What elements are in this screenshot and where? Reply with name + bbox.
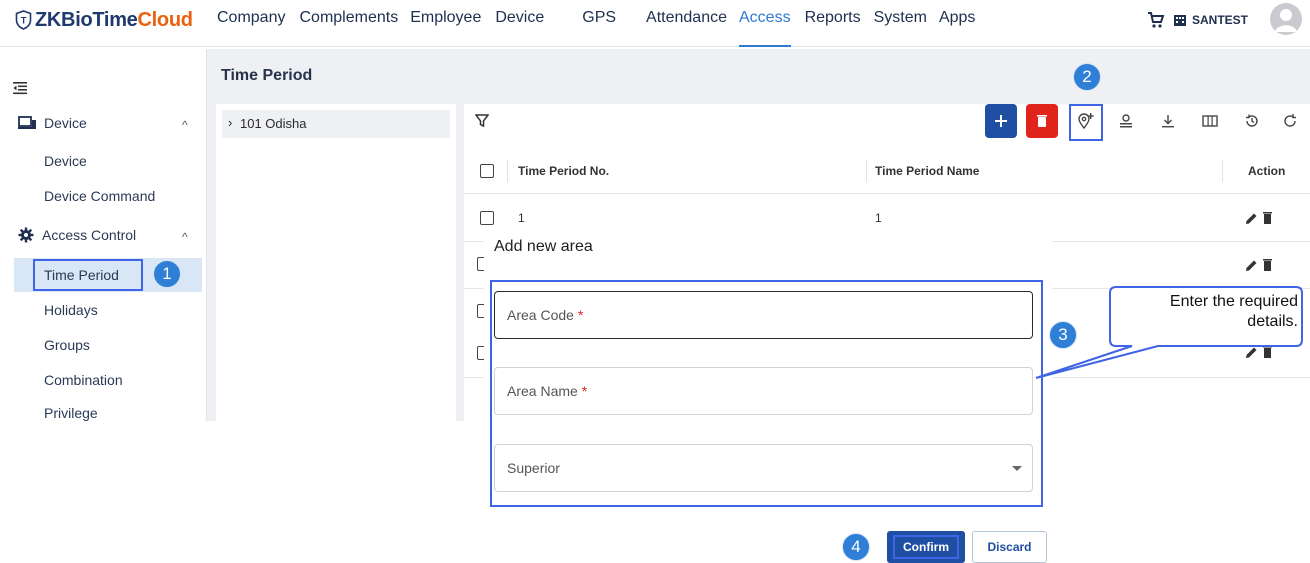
person-stamp-icon xyxy=(1120,114,1132,128)
sidebar-item-device[interactable]: Device xyxy=(44,153,87,169)
company-building-icon xyxy=(1174,15,1186,26)
sidebar: Device ^ Device Device Command Access Co… xyxy=(0,49,207,421)
sidebar-item-groups[interactable]: Groups xyxy=(44,337,90,353)
discard-button[interactable]: Discard xyxy=(972,531,1047,563)
user-avatar-icon xyxy=(1275,9,1297,32)
user-avatar[interactable] xyxy=(1270,3,1302,35)
nav-attendance[interactable]: Attendance xyxy=(646,0,727,47)
cart-icon[interactable] xyxy=(1147,11,1165,29)
nav-system[interactable]: System xyxy=(874,0,927,47)
nav-complements[interactable]: Complements xyxy=(299,0,398,47)
trash-icon[interactable] xyxy=(1263,259,1272,271)
tree-node[interactable]: › 101 Odisha xyxy=(222,110,450,138)
step-2-marker xyxy=(1069,104,1103,141)
app-logo[interactable]: T ZKBioTime Cloud xyxy=(15,8,193,32)
company-name[interactable]: SANTEST xyxy=(1192,13,1248,27)
sidebar-group-device[interactable]: Device xyxy=(18,115,87,131)
trash-icon[interactable] xyxy=(1263,212,1272,224)
header-time-period-name[interactable]: Time Period Name xyxy=(875,164,979,178)
chevron-up-icon[interactable]: ^ xyxy=(182,118,188,132)
download-icon xyxy=(1162,115,1174,128)
column-divider xyxy=(507,160,508,182)
step-4-marker: Confirm xyxy=(893,535,959,559)
nav-device[interactable]: Device xyxy=(495,0,544,47)
row-divider xyxy=(464,193,1310,194)
sidebar-item-device-command[interactable]: Device Command xyxy=(44,188,155,204)
nav-access[interactable]: Access xyxy=(739,0,791,47)
collapse-sidebar-icon[interactable] xyxy=(12,81,28,95)
gear-icon xyxy=(18,227,34,243)
columns-button[interactable] xyxy=(1194,104,1226,138)
shield-logo-icon: T xyxy=(15,10,32,30)
chevron-right-icon[interactable]: › xyxy=(228,115,232,130)
dialog-title: Add new area xyxy=(494,238,593,255)
plus-icon xyxy=(995,115,1007,127)
main-nav: Company Complements Employee Device GPS … xyxy=(217,0,989,47)
cell-time-period-name: 1 xyxy=(875,211,882,225)
cell-time-period-no: 1 xyxy=(518,211,525,225)
edit-pencil-icon[interactable] xyxy=(1246,260,1257,272)
trash-icon xyxy=(1037,115,1047,127)
edit-pencil-icon[interactable] xyxy=(1246,213,1257,225)
area-tree-panel xyxy=(216,104,456,421)
column-divider xyxy=(1222,160,1223,182)
delete-button[interactable] xyxy=(1026,104,1058,138)
step-badge-1: 1 xyxy=(153,260,181,288)
chevron-up-icon[interactable]: ^ xyxy=(182,230,188,244)
nav-apps[interactable]: Apps xyxy=(939,0,975,47)
select-all-checkbox[interactable] xyxy=(480,164,494,178)
history-icon xyxy=(1246,114,1258,127)
refresh-icon xyxy=(1284,114,1296,127)
row-actions xyxy=(1244,210,1274,226)
nav-reports[interactable]: Reports xyxy=(805,0,861,47)
sidebar-item-holidays[interactable]: Holidays xyxy=(44,302,98,318)
tree-node-label: 101 Odisha xyxy=(240,116,307,131)
sidebar-item-privilege[interactable]: Privilege xyxy=(44,405,98,421)
sidebar-group-device-label: Device xyxy=(44,115,87,131)
refresh-button[interactable] xyxy=(1276,104,1304,138)
header-action: Action xyxy=(1248,164,1286,178)
header-right-tools: SANTEST xyxy=(1147,8,1262,32)
nav-gps[interactable]: GPS xyxy=(582,0,616,47)
personnel-button[interactable] xyxy=(1110,104,1142,138)
add-button[interactable] xyxy=(985,104,1017,138)
columns-icon xyxy=(1202,115,1218,127)
device-monitor-icon xyxy=(18,116,36,129)
sidebar-group-access-label: Access Control xyxy=(42,227,137,243)
svg-text:T: T xyxy=(21,16,27,26)
sidebar-group-access-control[interactable]: Access Control xyxy=(18,227,136,243)
filter-icon xyxy=(475,114,489,128)
sidebar-item-combination[interactable]: Combination xyxy=(44,372,123,388)
nav-employee[interactable]: Employee xyxy=(410,0,481,47)
step-3-marker xyxy=(490,280,1043,507)
nav-company[interactable]: Company xyxy=(217,0,285,47)
row-actions xyxy=(1244,257,1274,273)
logo-text-secondary: Cloud xyxy=(137,8,193,31)
row-checkbox[interactable] xyxy=(480,211,494,225)
export-button[interactable] xyxy=(1152,104,1184,138)
page-title: Time Period xyxy=(221,67,313,84)
column-divider xyxy=(866,160,867,182)
step-1-marker xyxy=(33,259,143,291)
header-time-period-no[interactable]: Time Period No. xyxy=(518,164,609,178)
step-badge-2: 2 xyxy=(1073,63,1101,91)
step-badge-4: 4 xyxy=(842,533,870,561)
history-button[interactable] xyxy=(1236,104,1268,138)
filter-button[interactable] xyxy=(464,104,500,138)
logo-text-primary: ZKBioTime xyxy=(35,8,138,31)
callout-text: Enter the required details. xyxy=(1169,293,1298,330)
confirm-button[interactable]: Confirm xyxy=(887,531,965,563)
confirm-button-label: Confirm xyxy=(903,540,949,554)
